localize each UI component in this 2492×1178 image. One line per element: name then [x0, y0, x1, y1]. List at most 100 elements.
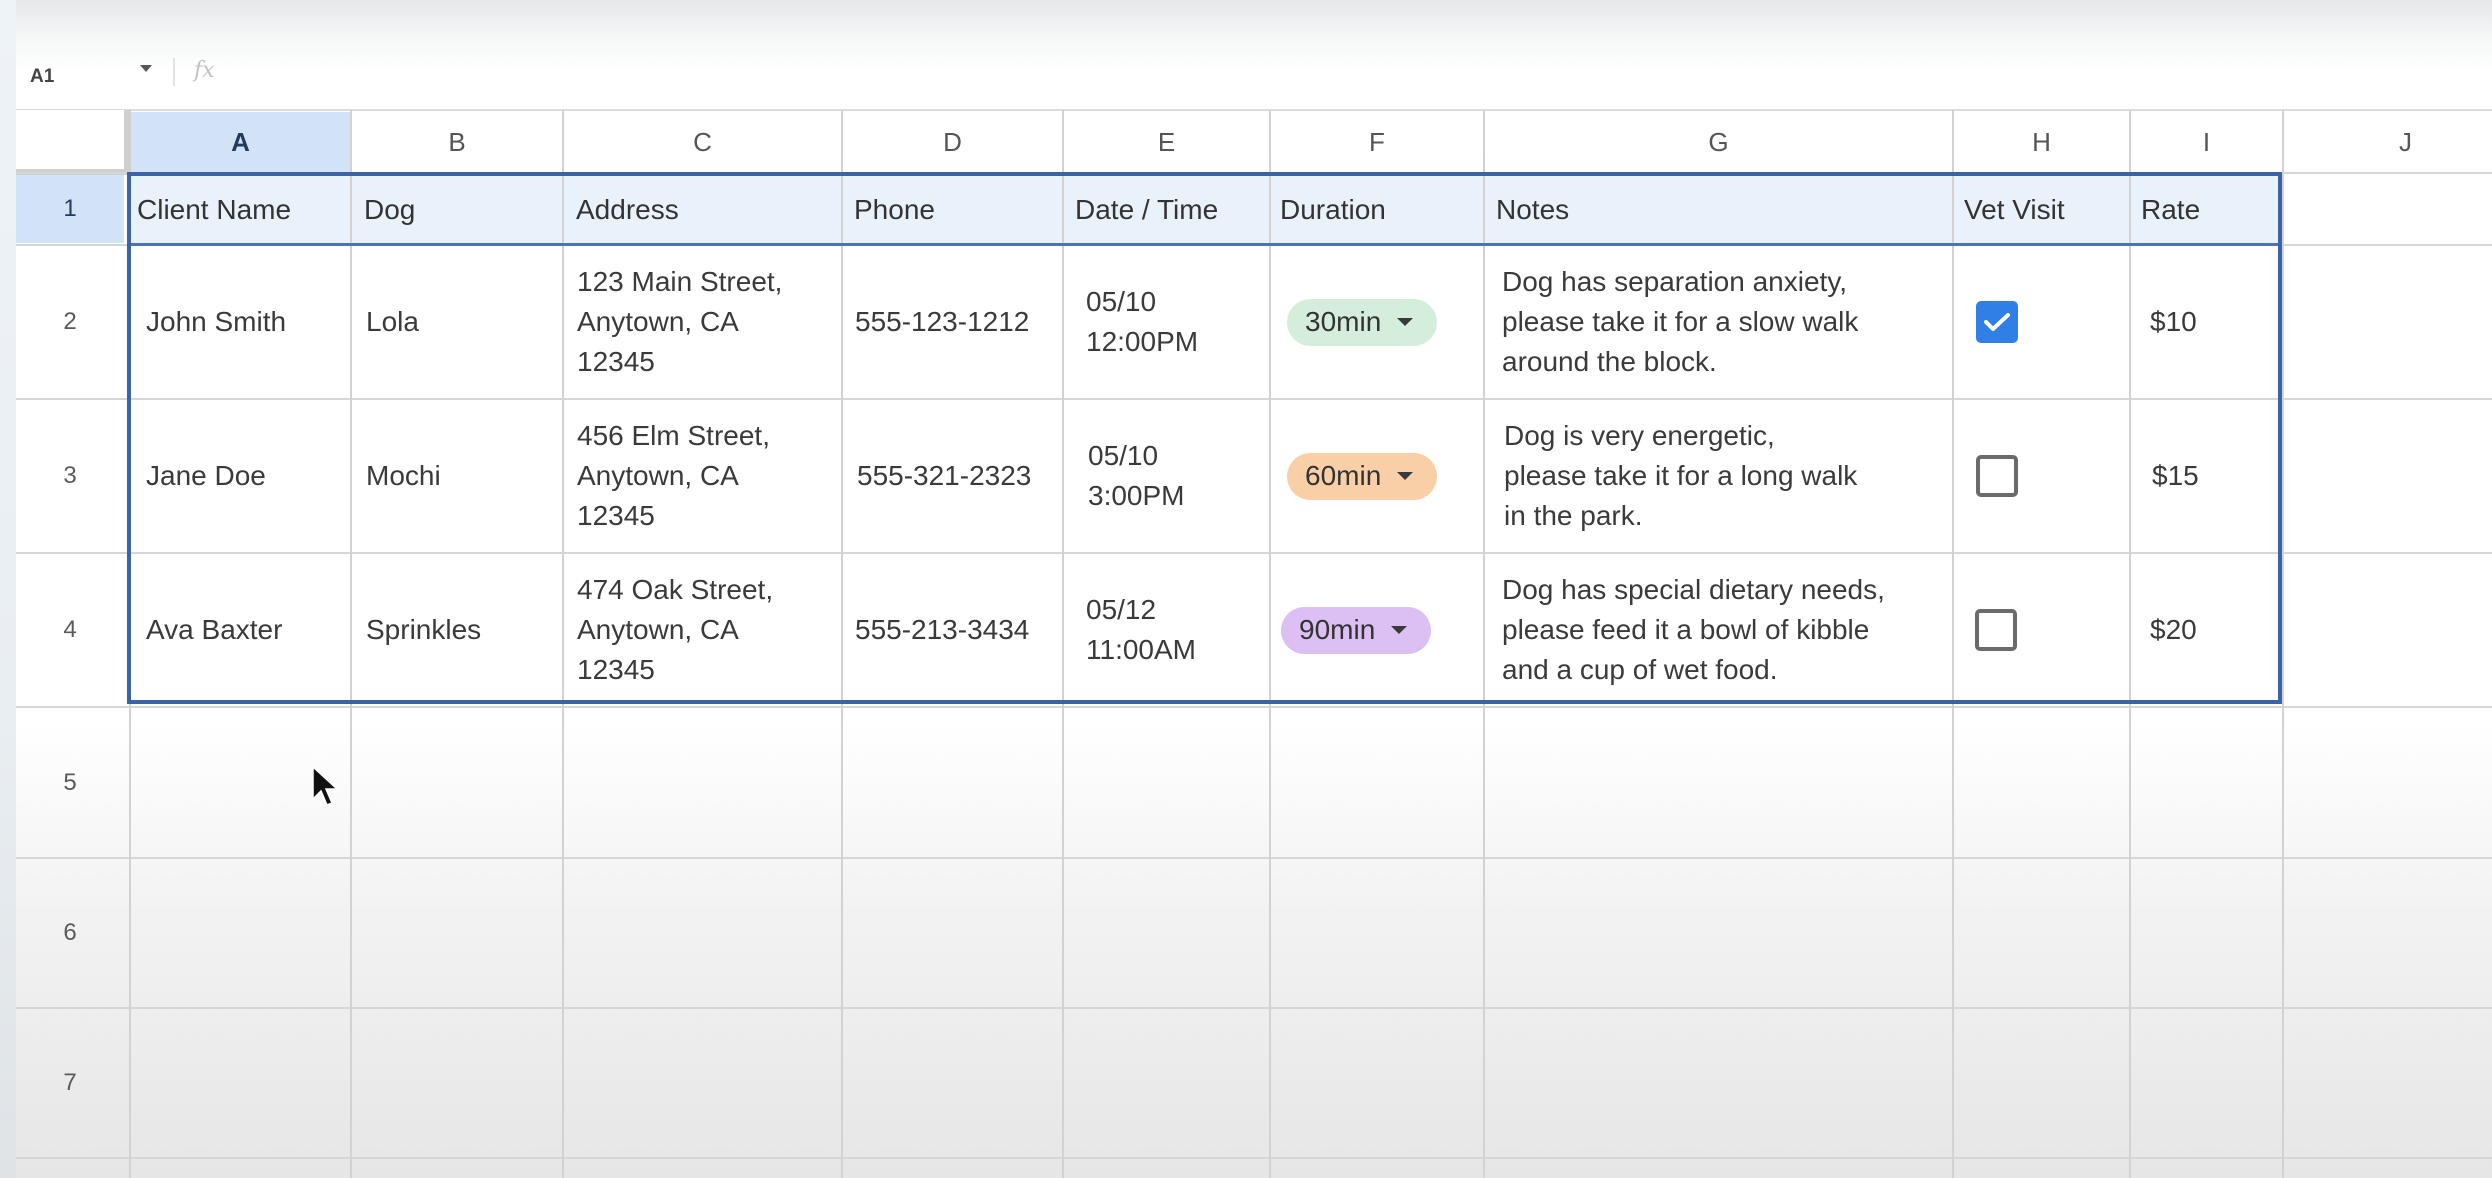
column-header-i[interactable]: I	[2131, 112, 2282, 172]
column-header-c[interactable]: C	[564, 112, 841, 172]
cell-a3[interactable]: Jane Doe	[146, 400, 350, 552]
header-vet-visit: Vet Visit	[1964, 193, 2065, 225]
cell-c2[interactable]: 123 Main Street, Anytown, CA 12345	[577, 246, 841, 398]
row-number: 1	[63, 195, 77, 222]
rate: $20	[2150, 614, 2197, 645]
gridline	[1062, 110, 1064, 1178]
cell-g1[interactable]: Notes	[1496, 175, 1950, 244]
vet-visit-checkbox[interactable]	[1976, 301, 2018, 343]
column-header-a[interactable]: A	[131, 112, 350, 172]
phone: 555-321-2323	[857, 460, 1032, 491]
date-time: 05/10 12:00PM	[1086, 286, 1199, 357]
cell-h3[interactable]	[1976, 400, 2126, 552]
cell-b1[interactable]: Dog	[364, 175, 560, 244]
formula-input[interactable]	[236, 56, 2436, 90]
cell-a2[interactable]: John Smith	[146, 246, 350, 398]
header-address: Address	[576, 193, 679, 225]
name-box-dropdown-icon[interactable]	[140, 65, 152, 72]
cell-e2[interactable]: 05/10 12:00PM	[1086, 246, 1269, 398]
column-header-f[interactable]: F	[1271, 112, 1483, 172]
column-header-b[interactable]: B	[352, 112, 562, 172]
grid-top-border	[16, 109, 2492, 111]
client-name: John Smith	[146, 306, 287, 337]
freeze-column-handle[interactable]	[124, 110, 131, 174]
cell-g2[interactable]: Dog has separation anxiety, please take …	[1502, 246, 1952, 398]
duration-value: 90min	[1299, 614, 1376, 645]
duration-dropdown-chip[interactable]: 60min	[1287, 452, 1438, 500]
column-letter: I	[2202, 126, 2211, 157]
column-letter: J	[2399, 126, 2412, 157]
gridline	[16, 1157, 2492, 1159]
chevron-down-icon	[1397, 472, 1414, 480]
cell-a4[interactable]: Ava Baxter	[146, 554, 350, 706]
column-header-j[interactable]: J	[2284, 112, 2492, 172]
cell-h4[interactable]	[1975, 554, 2125, 706]
chevron-down-icon	[1397, 318, 1414, 326]
column-header-g[interactable]: G	[1485, 112, 1952, 172]
cell-b2[interactable]: Lola	[366, 246, 562, 398]
cell-c3[interactable]: 456 Elm Street, Anytown, CA 12345	[577, 400, 841, 552]
cell-e1[interactable]: Date / Time	[1075, 175, 1269, 244]
cell-g4[interactable]: Dog has special dietary needs, please fe…	[1502, 554, 1952, 706]
cell-e4[interactable]: 05/12 11:00AM	[1086, 554, 1269, 706]
row-header-5[interactable]: 5	[16, 708, 124, 858]
cell-d4[interactable]: 555-213-3434	[855, 554, 1062, 706]
cell-a1[interactable]: Client Name	[137, 175, 349, 244]
name-box[interactable]: A1	[30, 62, 180, 92]
cell-i1[interactable]: Rate	[2141, 175, 2281, 244]
client-name: Jane Doe	[146, 460, 266, 491]
column-letter: A	[231, 126, 250, 157]
cell-c1[interactable]: Address	[576, 175, 839, 244]
cell-b3[interactable]: Mochi	[366, 400, 562, 552]
row-header-3[interactable]: 3	[16, 400, 124, 552]
duration-value: 60min	[1305, 460, 1382, 491]
cell-e3[interactable]: 05/10 3:00PM	[1088, 400, 1269, 552]
cell-h1[interactable]: Vet Visit	[1964, 175, 2128, 244]
cell-i4[interactable]: $20	[2150, 554, 2282, 706]
cell-d2[interactable]: 555-123-1212	[855, 246, 1062, 398]
vet-visit-checkbox[interactable]	[1975, 609, 2017, 651]
rate: $15	[2152, 460, 2199, 491]
cell-h2[interactable]	[1976, 246, 2126, 398]
row-header-1[interactable]: 1	[16, 175, 124, 243]
header-dog: Dog	[364, 193, 416, 225]
cell-f3[interactable]: 60min	[1287, 400, 1483, 552]
row-number: 4	[63, 616, 77, 643]
gridline	[129, 172, 131, 1178]
column-header-d[interactable]: D	[843, 112, 1062, 172]
notes: Dog has special dietary needs, please fe…	[1502, 574, 1885, 685]
select-all-corner[interactable]	[16, 110, 126, 172]
vet-visit-checkbox[interactable]	[1976, 455, 2018, 497]
column-header-e[interactable]: E	[1064, 112, 1269, 172]
formula-bar-divider	[173, 58, 175, 86]
cell-b4[interactable]: Sprinkles	[366, 554, 562, 706]
row-header-2[interactable]: 2	[16, 246, 124, 398]
cell-f4[interactable]: 90min	[1281, 554, 1483, 706]
row-header-4[interactable]: 4	[16, 554, 124, 706]
duration-dropdown-chip[interactable]: 90min	[1281, 606, 1432, 654]
address: 123 Main Street, Anytown, CA 12345	[577, 266, 783, 377]
row-header-7[interactable]: 7	[16, 1009, 124, 1157]
cell-d1[interactable]: Phone	[854, 175, 1060, 244]
duration-dropdown-chip[interactable]: 30min	[1287, 298, 1438, 346]
notes: Dog is very energetic, please take it fo…	[1504, 420, 1858, 531]
column-header-h[interactable]: H	[1954, 112, 2129, 172]
cell-f1[interactable]: Duration	[1280, 175, 1482, 244]
dog-name: Lola	[366, 306, 419, 337]
fx-icon: fx	[194, 58, 215, 83]
gridline	[2129, 110, 2131, 1178]
cell-f2[interactable]: 30min	[1287, 246, 1483, 398]
header-phone: Phone	[854, 193, 935, 225]
gridline	[2282, 110, 2284, 1178]
column-letter: C	[693, 126, 712, 157]
gridline	[1269, 110, 1271, 1178]
cell-d3[interactable]: 555-321-2323	[857, 400, 1062, 552]
name-box-value: A1	[30, 66, 55, 87]
column-letter: H	[2032, 126, 2051, 157]
cell-i3[interactable]: $15	[2152, 400, 2282, 552]
cell-i2[interactable]: $10	[2150, 246, 2282, 398]
row-header-6[interactable]: 6	[16, 859, 124, 1007]
cell-c4[interactable]: 474 Oak Street, Anytown, CA 12345	[577, 554, 841, 706]
cell-g3[interactable]: Dog is very energetic, please take it fo…	[1504, 400, 1952, 552]
header-rate: Rate	[2141, 193, 2201, 225]
